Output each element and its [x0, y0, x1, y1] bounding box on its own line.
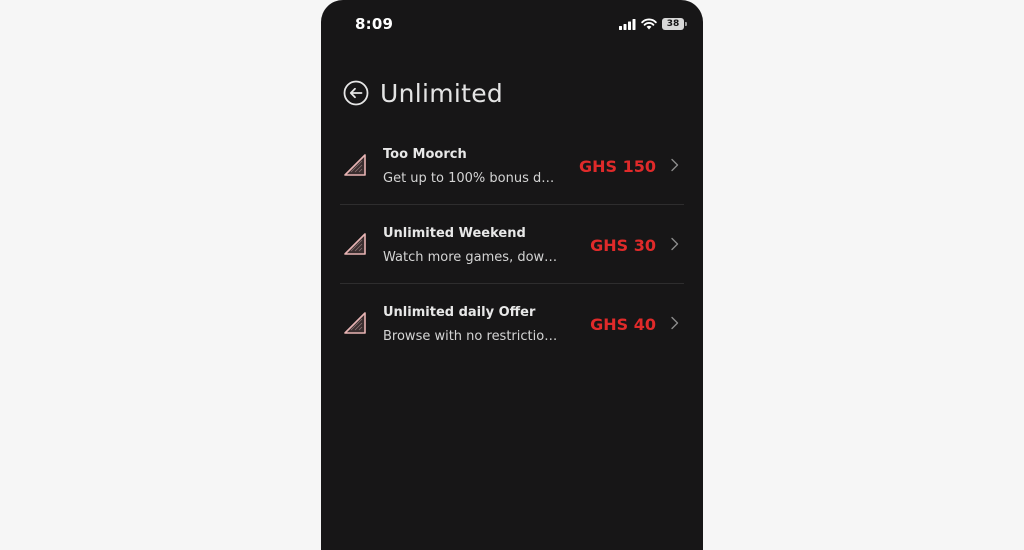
page-header: Unlimited	[343, 74, 503, 112]
arrow-left-circle-icon	[343, 80, 369, 106]
chevron-right-icon	[671, 316, 679, 330]
back-button[interactable]	[343, 80, 369, 106]
offer-title: Too Moorch	[383, 147, 467, 162]
status-bar: 8:09 38	[321, 0, 703, 48]
phone-screen: 8:09 38 Unlimited Too Moorch Get up to 1…	[321, 0, 703, 550]
battery-icon: 38	[662, 18, 687, 30]
chevron-right-icon	[671, 237, 679, 251]
offer-price: GHS 30	[590, 236, 656, 255]
offer-description: Get up to 100% bonus data on your bundle…	[383, 171, 561, 186]
page-title: Unlimited	[380, 78, 504, 108]
signal-wedge-icon	[344, 154, 366, 176]
chevron-right-icon	[671, 158, 679, 172]
offer-price: GHS 150	[578, 157, 656, 176]
list-item[interactable]: Unlimited daily Offer Browse with no res…	[340, 284, 684, 362]
list-item[interactable]: Unlimited Weekend Watch more games, down…	[340, 205, 684, 284]
signal-wedge-icon	[344, 233, 366, 255]
cellular-signal-icon	[619, 18, 636, 30]
list-item[interactable]: Too Moorch Get up to 100% bonus data on …	[340, 126, 684, 205]
offer-list: Too Moorch Get up to 100% bonus data on …	[340, 126, 684, 362]
offer-title: Unlimited daily Offer	[383, 305, 536, 320]
battery-level: 38	[666, 19, 680, 29]
status-icons: 38	[619, 17, 687, 31]
offer-title: Unlimited Weekend	[383, 226, 526, 241]
wifi-icon	[641, 18, 657, 30]
offer-description: Watch more games, download more	[383, 250, 561, 265]
offer-description: Browse with no restrictions all day	[383, 329, 561, 344]
signal-wedge-icon	[344, 312, 366, 334]
status-time: 8:09	[355, 15, 394, 33]
offer-price: GHS 40	[590, 315, 656, 334]
